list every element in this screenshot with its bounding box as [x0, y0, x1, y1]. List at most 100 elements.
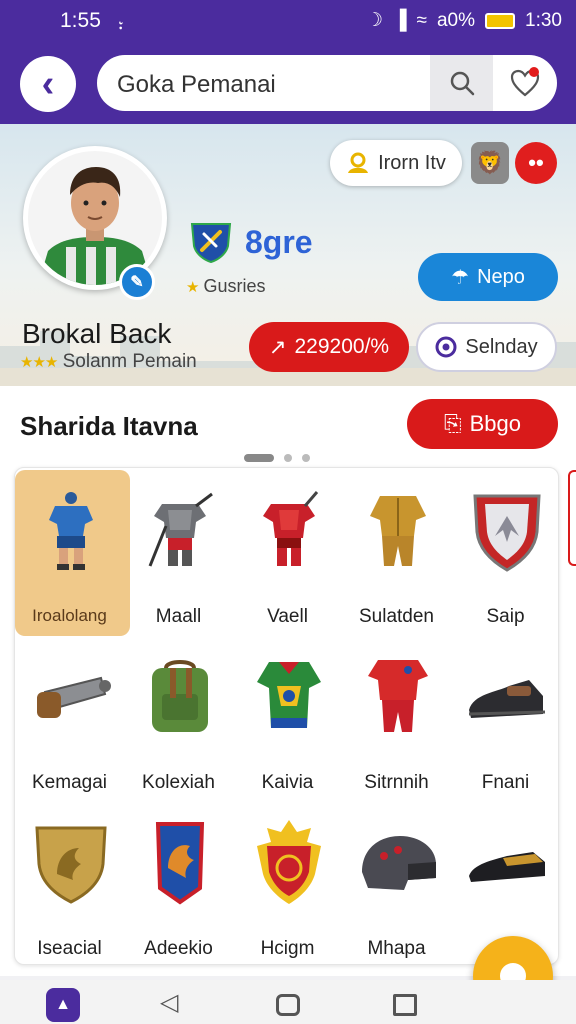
- item-label: Fnani: [481, 772, 530, 793]
- banner-shield-icon: [155, 822, 205, 905]
- grid-item[interactable]: Sitrnnih: [342, 634, 451, 800]
- search-input[interactable]: Goka Pemanai: [97, 55, 557, 111]
- score-suffix: %: [370, 335, 390, 358]
- black-shoe-icon: [468, 680, 546, 718]
- ticket-icon: ⎘: [444, 411, 462, 436]
- profile-banner: ✎ Brokal Back ★★★ Solanm Pemain 8gre ★ G…: [0, 124, 576, 386]
- item-label: Kaivia: [261, 772, 314, 793]
- grid-item[interactable]: Mhapa: [342, 800, 451, 966]
- gold-shield-icon: [35, 826, 107, 904]
- gray-armor-icon: [148, 492, 213, 567]
- score-button[interactable]: ↗ 229200/%: [249, 322, 409, 372]
- search-value: Goka Pemanai: [117, 71, 276, 98]
- favorites-button[interactable]: [493, 55, 557, 111]
- grid-item[interactable]: Hcigm: [233, 800, 342, 966]
- red-kit-icon: [368, 660, 428, 732]
- back-button[interactable]: ‹: [20, 56, 76, 112]
- club-crest-icon: [190, 223, 232, 264]
- search-button[interactable]: [430, 55, 493, 111]
- club-subtitle: ★ Gusries: [186, 276, 265, 297]
- signal-icon: ▐: [393, 9, 407, 31]
- search-icon: [450, 71, 474, 96]
- item-label: Hcigm: [260, 938, 315, 959]
- notification-icon: ⹎: [118, 12, 124, 34]
- nepo-button[interactable]: ☂ Nepo: [418, 253, 558, 301]
- user-icon: [348, 152, 369, 173]
- player-role: Solanm Pemain: [62, 351, 197, 372]
- item-label: Maall: [155, 606, 202, 627]
- item-label: Mhapa: [367, 938, 426, 959]
- grid-item[interactable]: Kaivia: [233, 634, 342, 800]
- battery-percent: а0%: [436, 9, 476, 31]
- loafer-icon: [469, 852, 545, 882]
- score-number: 229200/: [294, 335, 371, 358]
- bingo-button[interactable]: ⎘ Bbgo: [407, 399, 558, 449]
- item-label: Kemagai: [32, 772, 107, 793]
- grid-item[interactable]: Iroalolang: [15, 468, 130, 636]
- cloud-icon: ☂: [451, 266, 470, 289]
- item-label: Saip: [486, 606, 525, 627]
- red-armor-icon: [263, 491, 319, 566]
- page-indicator[interactable]: [244, 454, 310, 462]
- moon-icon: ☽: [366, 10, 384, 31]
- grid-item[interactable]: Maall: [124, 468, 233, 634]
- club-name: 8gre: [245, 224, 313, 260]
- item-label: Iroalolang: [32, 606, 107, 625]
- blue-kit-icon: [49, 492, 93, 570]
- grid-item[interactable]: Vaell: [233, 468, 342, 634]
- page-dot-active[interactable]: [244, 454, 274, 462]
- green-shirt-icon: [257, 662, 321, 728]
- helmet-icon: [362, 836, 436, 890]
- battery-icon: [485, 12, 516, 29]
- status-time-right: 1:30: [525, 9, 562, 31]
- nepo-label: Nepo: [477, 265, 525, 288]
- grid-item[interactable]: Iseacial: [15, 800, 124, 966]
- system-nav-bar: ▲ ◁: [0, 980, 576, 1024]
- notification-dot: [529, 67, 539, 77]
- item-label: Iseacial: [37, 938, 102, 959]
- nav-back-icon[interactable]: ◁: [160, 988, 178, 1017]
- backpack-icon: [152, 660, 208, 732]
- item-label: Adeekio: [144, 938, 213, 959]
- selnday-label: Selnday: [465, 335, 538, 358]
- item-label: Kolexiah: [142, 772, 215, 793]
- section-title: Sharida Itavna: [20, 411, 198, 441]
- nav-recents-icon[interactable]: [393, 994, 417, 1016]
- status-icons: ☽ ▐ ≈ а0% 1:30: [366, 9, 562, 32]
- mascot-button[interactable]: 🦁: [471, 142, 509, 184]
- status-time: 1:55: [60, 9, 101, 32]
- side-tab[interactable]: [568, 470, 576, 566]
- sparkle-icon: ↗: [268, 335, 287, 359]
- more-button[interactable]: ••: [515, 142, 557, 184]
- grid-item[interactable]: Fnani: [451, 634, 560, 800]
- page-dot[interactable]: [284, 454, 292, 462]
- iron-label: Irorn Itv: [378, 151, 446, 174]
- bingo-label: Bbgo: [469, 411, 521, 436]
- page-dot[interactable]: [302, 454, 310, 462]
- score-value: 229200/%: [295, 335, 390, 359]
- grid-item[interactable]: Kemagai: [15, 634, 124, 800]
- cannon-icon: [37, 676, 111, 718]
- grid-item[interactable]: Adeekio: [124, 800, 233, 966]
- item-grid: Iroalolang Maall Vaell Sulatden Saip Kem…: [14, 467, 559, 965]
- red-badge-icon: [257, 820, 321, 904]
- crest-shield-icon: [473, 494, 541, 572]
- wifi-icon: ≈: [416, 9, 427, 31]
- grid-item[interactable]: Saip: [451, 468, 560, 634]
- pencil-icon: ✎: [130, 274, 144, 291]
- edit-avatar-button[interactable]: ✎: [119, 264, 155, 300]
- grid-item[interactable]: Sulatden: [342, 468, 451, 634]
- app-header: ‹ Goka Pemanai: [0, 44, 576, 124]
- player-name: Brokal Back: [22, 318, 172, 349]
- home-app-button[interactable]: ▲: [46, 988, 80, 1022]
- player-subtitle: ★★★ Solanm Pemain: [20, 351, 197, 373]
- star-icon: ★: [186, 279, 199, 296]
- selnday-button[interactable]: Selnday: [416, 322, 557, 372]
- target-icon: [435, 336, 457, 358]
- item-label: Sulatden: [358, 606, 434, 627]
- nav-home-icon[interactable]: [276, 994, 300, 1016]
- iron-button[interactable]: Irorn Itv: [330, 140, 462, 186]
- grid-item[interactable]: Kolexiah: [124, 634, 233, 800]
- chevron-left-icon: ‹: [41, 62, 55, 105]
- status-bar: 1:55 ⹎ ☽ ▐ ≈ а0% 1:30: [0, 0, 576, 44]
